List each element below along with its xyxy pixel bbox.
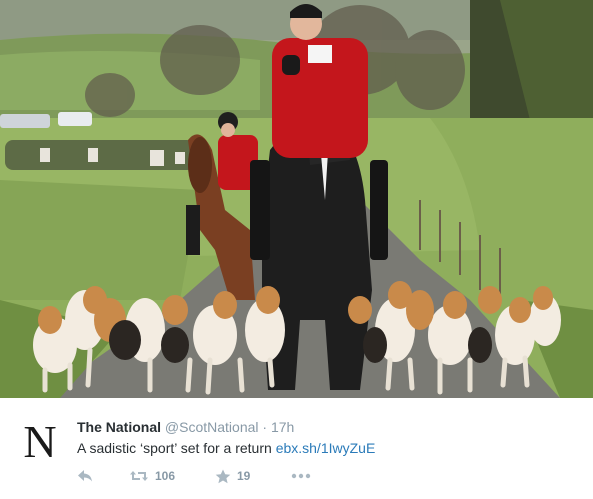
display-name[interactable]: The National	[77, 419, 161, 435]
favorite-count: 19	[237, 469, 251, 483]
tweet-card: N The National @ScotNational · 17h A sad…	[0, 398, 593, 499]
tweet-actions: 106 19	[77, 466, 377, 486]
retweet-button[interactable]: 106	[129, 466, 175, 486]
tweet-link[interactable]: ebx.sh/1IwyZuE	[276, 440, 376, 456]
favorite-button[interactable]: 19	[215, 466, 250, 486]
tweet-text: A sadistic ‘sport’ set for a return ebx.…	[77, 438, 375, 458]
user-handle[interactable]: @ScotNational	[165, 419, 259, 435]
hunt-photo	[0, 0, 593, 398]
tweet-timestamp[interactable]: 17h	[271, 419, 294, 435]
avatar[interactable]: N	[16, 418, 64, 466]
reply-button[interactable]	[77, 466, 93, 486]
star-icon	[215, 469, 231, 483]
more-icon	[291, 473, 311, 479]
more-button[interactable]	[291, 466, 311, 486]
retweet-count: 106	[155, 469, 176, 483]
retweet-icon	[130, 471, 148, 481]
tweet-photo[interactable]	[0, 0, 593, 398]
separator-dot: ·	[262, 419, 268, 435]
avatar-logo: N	[23, 416, 57, 467]
reply-icon	[78, 470, 92, 482]
tweet-header: The National @ScotNational · 17h	[77, 418, 294, 436]
tweet-text-body: A sadistic ‘sport’ set for a return	[77, 440, 276, 456]
